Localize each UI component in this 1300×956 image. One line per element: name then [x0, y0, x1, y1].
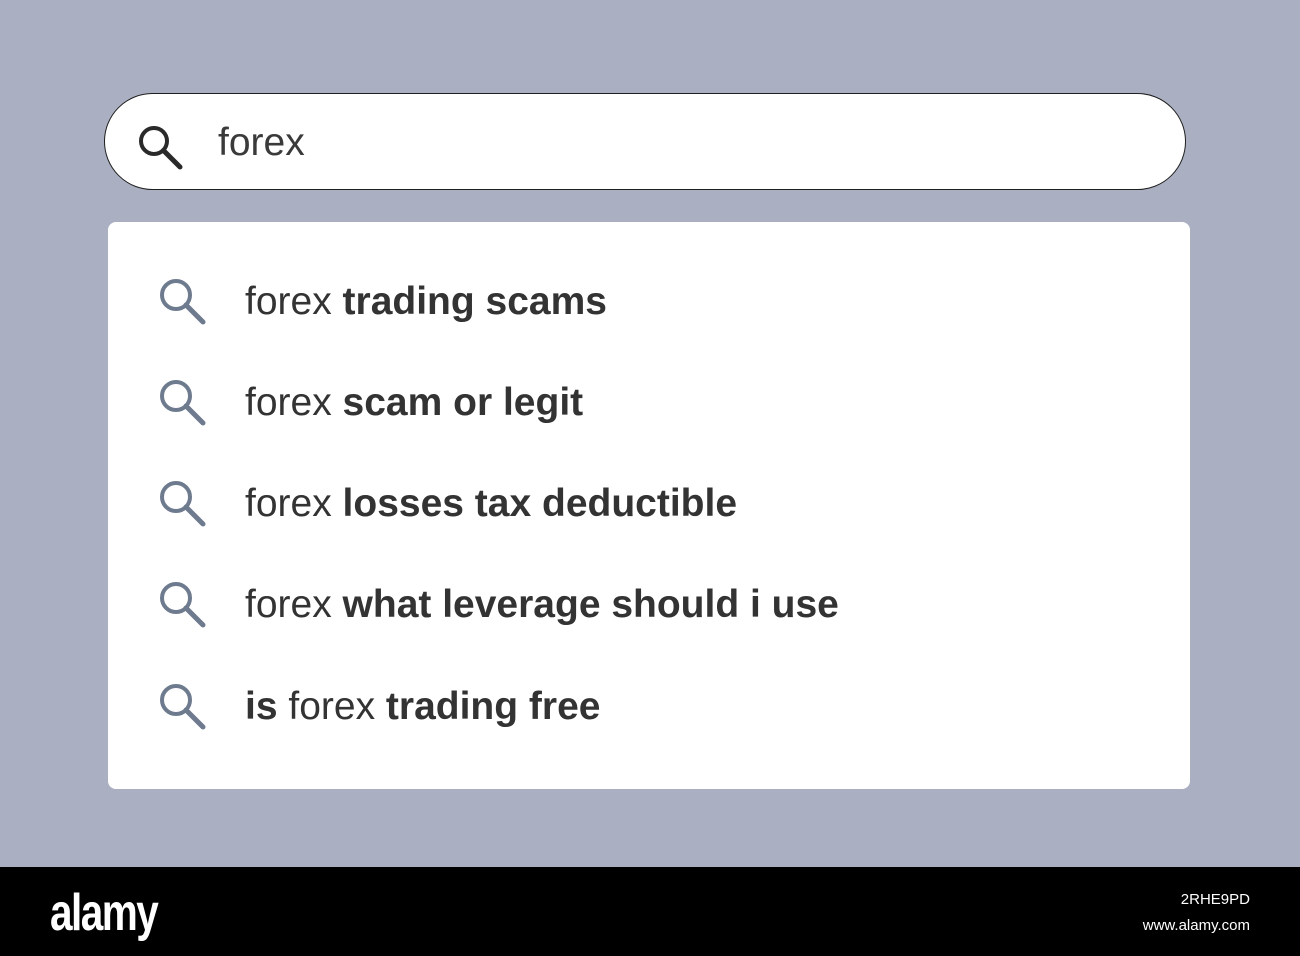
suggestion-query: forex	[245, 482, 343, 525]
suggestion-query: forex	[245, 280, 343, 323]
search-input[interactable]: forex	[218, 121, 305, 165]
suggestion-label: forex scam or legit	[245, 381, 583, 425]
suggestion-completion: trading scams	[342, 280, 607, 323]
search-bar[interactable]: forex	[104, 93, 1186, 190]
watermark-footer: alamy 2RHE9PD www.alamy.com	[0, 867, 1300, 956]
suggestion-item[interactable]: forex scam or legit	[108, 356, 1190, 446]
search-icon	[160, 380, 206, 426]
suggestion-query: forex	[245, 381, 343, 424]
suggestion-item[interactable]: is forex trading free	[108, 660, 1190, 750]
suggestion-label: is forex trading free	[245, 685, 600, 729]
brand-logo: alamy	[50, 884, 159, 942]
search-icon	[160, 481, 206, 527]
suggestion-completion: scam or legit	[342, 381, 584, 424]
suggestion-completion: is	[245, 685, 278, 728]
site-url: www.alamy.com	[1142, 917, 1250, 934]
suggestion-completion: losses tax deductible	[342, 482, 738, 525]
suggestion-query: forex	[245, 583, 343, 626]
search-icon	[160, 279, 206, 325]
suggestion-item[interactable]: forex what leverage should i use	[108, 558, 1190, 648]
suggestion-item[interactable]: forex trading scams	[108, 255, 1190, 345]
suggestion-completion: what leverage should i use	[342, 583, 839, 626]
search-icon	[160, 582, 206, 628]
search-icon	[160, 684, 206, 730]
suggestion-item[interactable]: forex losses tax deductible	[108, 457, 1190, 547]
suggestion-label: forex what leverage should i use	[245, 583, 839, 627]
page-background: forex forex trading scams forex scam or l…	[0, 0, 1300, 867]
suggestion-query: forex	[277, 685, 386, 728]
image-id: 2RHE9PD	[1180, 891, 1250, 908]
suggestions-dropdown: forex trading scams forex scam or legit fo…	[108, 222, 1190, 789]
search-icon[interactable]	[135, 122, 183, 170]
suggestion-completion: trading free	[385, 685, 601, 728]
suggestion-label: forex trading scams	[245, 280, 607, 324]
suggestion-label: forex losses tax deductible	[245, 482, 737, 526]
